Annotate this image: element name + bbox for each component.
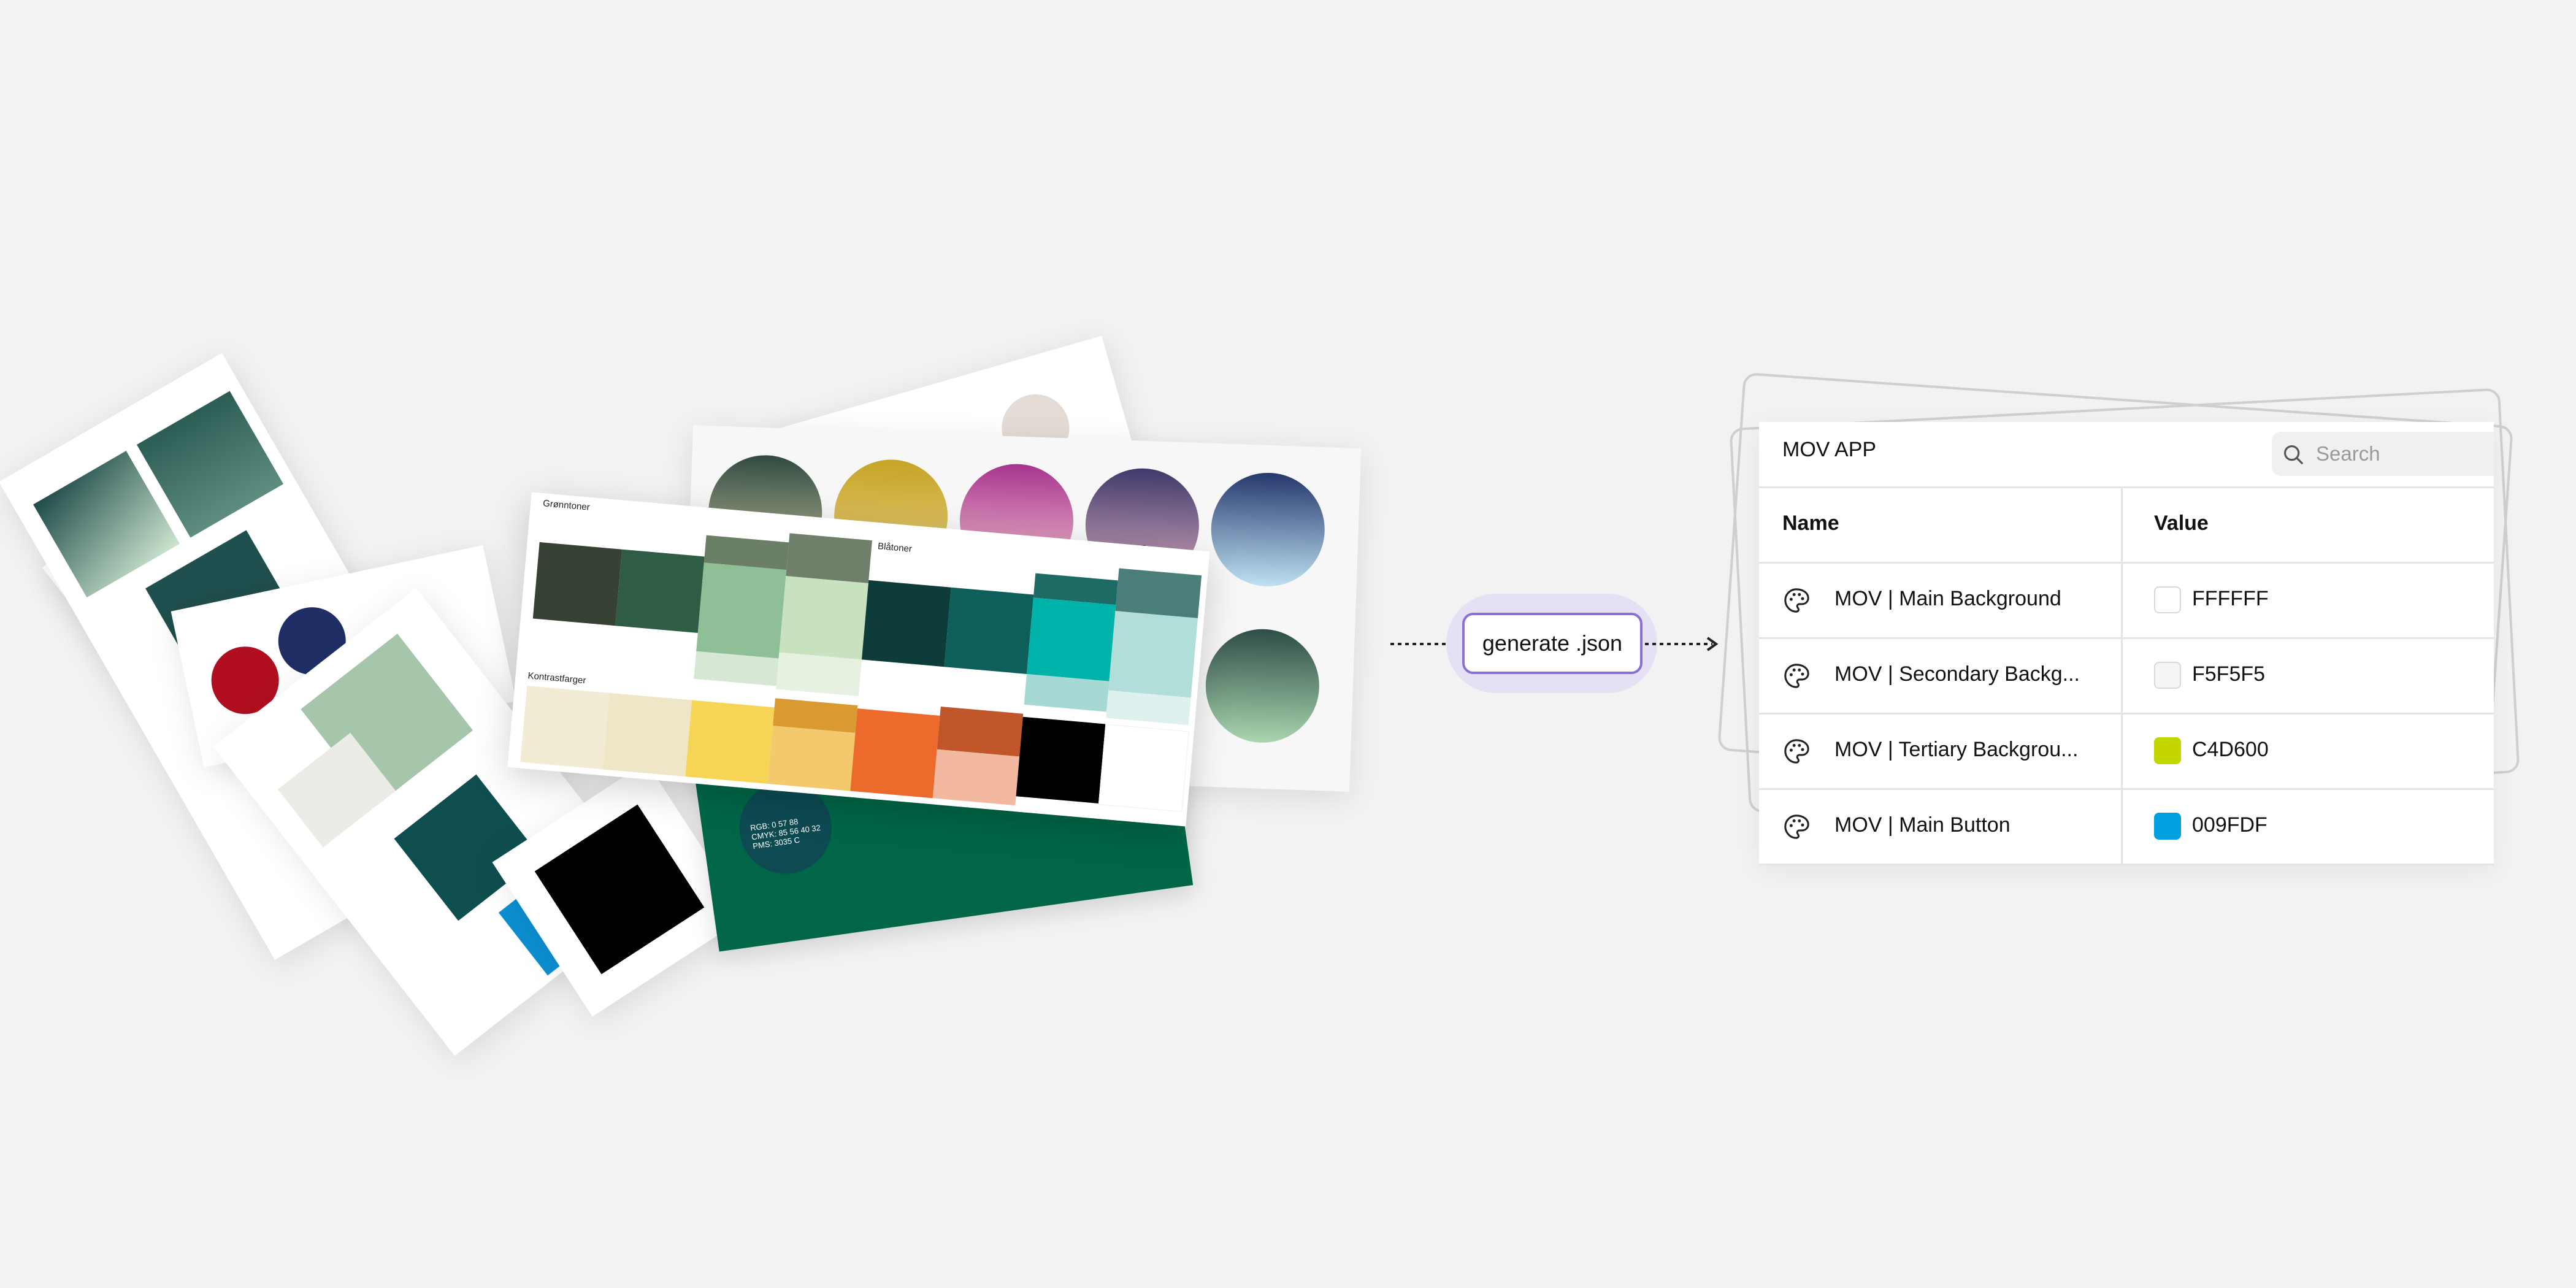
label-blatoner: Blåtoner — [877, 541, 913, 554]
sheet-sw-b2 — [944, 587, 1034, 674]
column-divider — [2121, 639, 2123, 713]
column-divider — [2121, 564, 2123, 637]
sheet-sw-c2 — [602, 692, 692, 777]
sheet-sw-b3 — [1026, 597, 1116, 681]
sheet-sw-g4 — [779, 576, 868, 660]
sheet-sw-g3 — [696, 562, 787, 659]
sheet-sw-g2 — [615, 549, 705, 633]
sheet-sw-b3-low — [1024, 673, 1110, 712]
panel-header: MOV APP Search — [1759, 422, 2494, 488]
row-name: MOV | Secondary Backg... — [1834, 662, 2080, 686]
row-value: F5F5F5 — [2192, 662, 2266, 686]
palette-sheet: Grønntoner Blåtoner Kontrastfarger — [507, 492, 1210, 827]
swatch-black — [534, 804, 705, 975]
row-value: C4D600 — [2192, 738, 2269, 761]
palette-icon — [1784, 588, 1809, 613]
row-name: MOV | Tertiary Backgrou... — [1834, 738, 2079, 761]
sheet-sw-g1 — [532, 542, 623, 626]
color-chip — [2154, 813, 2181, 840]
row-name: MOV | Main Background — [1834, 587, 2061, 610]
label-gronntoner: Grønntoner — [542, 498, 591, 513]
table-row[interactable]: MOV | Tertiary Backgrou... C4D600 — [1759, 715, 2494, 790]
sheet-sw-c6-top — [937, 706, 1024, 757]
header-name: Name — [1782, 512, 1839, 535]
sheet-sw-b4 — [1108, 611, 1198, 698]
variables-panel: MOV APP Search Name Value MOV | Main Bac… — [1759, 422, 2494, 865]
header-value: Value — [2154, 512, 2209, 535]
palette-icon — [1784, 815, 1809, 839]
sheet-sw-c8 — [1098, 724, 1189, 812]
circle-caption: RGB: 0 57 88 CMYK: 85 56 40 32 PMS: 3035… — [749, 816, 821, 851]
palette-icon — [1784, 664, 1809, 688]
gradient-circle-navy — [1209, 470, 1327, 589]
column-divider — [2121, 715, 2123, 788]
sheet-sw-g4-low — [776, 652, 862, 697]
sheet-sw-b1 — [861, 580, 951, 667]
table-row[interactable]: MOV | Secondary Backg... F5F5F5 — [1759, 639, 2494, 715]
sheet-sw-c5 — [850, 708, 940, 799]
generate-json-button[interactable]: generate .json — [1462, 613, 1643, 674]
label-kontrastfarger: Kontrastfarger — [527, 670, 587, 686]
color-chip — [2154, 586, 2181, 613]
color-chip — [2154, 662, 2181, 689]
row-value: FFFFFF — [2192, 587, 2269, 610]
color-chip — [2154, 737, 2181, 764]
column-divider — [2121, 790, 2123, 864]
sheet-sw-c7 — [1016, 716, 1106, 803]
table-header-row: Name Value — [1759, 488, 2494, 564]
table-row[interactable]: MOV | Main Button 009FDF — [1759, 790, 2494, 865]
sheet-sw-g4-top — [786, 533, 872, 583]
palette-icon — [1784, 739, 1809, 764]
column-divider — [2121, 488, 2123, 562]
sheet-sw-c4 — [767, 726, 856, 791]
row-name: MOV | Main Button — [1834, 813, 2011, 837]
sheet-sw-c1 — [520, 686, 610, 770]
search-box[interactable]: Search — [2272, 432, 2494, 476]
sheet-sw-b4-top — [1115, 568, 1202, 618]
search-icon — [2283, 445, 2303, 464]
table-row[interactable]: MOV | Main Background FFFFFF — [1759, 564, 2494, 639]
connector-arrow-right — [1645, 637, 1719, 651]
app-title: MOV APP — [1782, 438, 1877, 461]
sheet-sw-c3 — [685, 700, 775, 784]
search-placeholder: Search — [2316, 442, 2380, 465]
sheet-sw-c6 — [932, 749, 1020, 806]
gradient-circle-green — [1203, 627, 1322, 745]
row-value: 009FDF — [2192, 813, 2267, 837]
